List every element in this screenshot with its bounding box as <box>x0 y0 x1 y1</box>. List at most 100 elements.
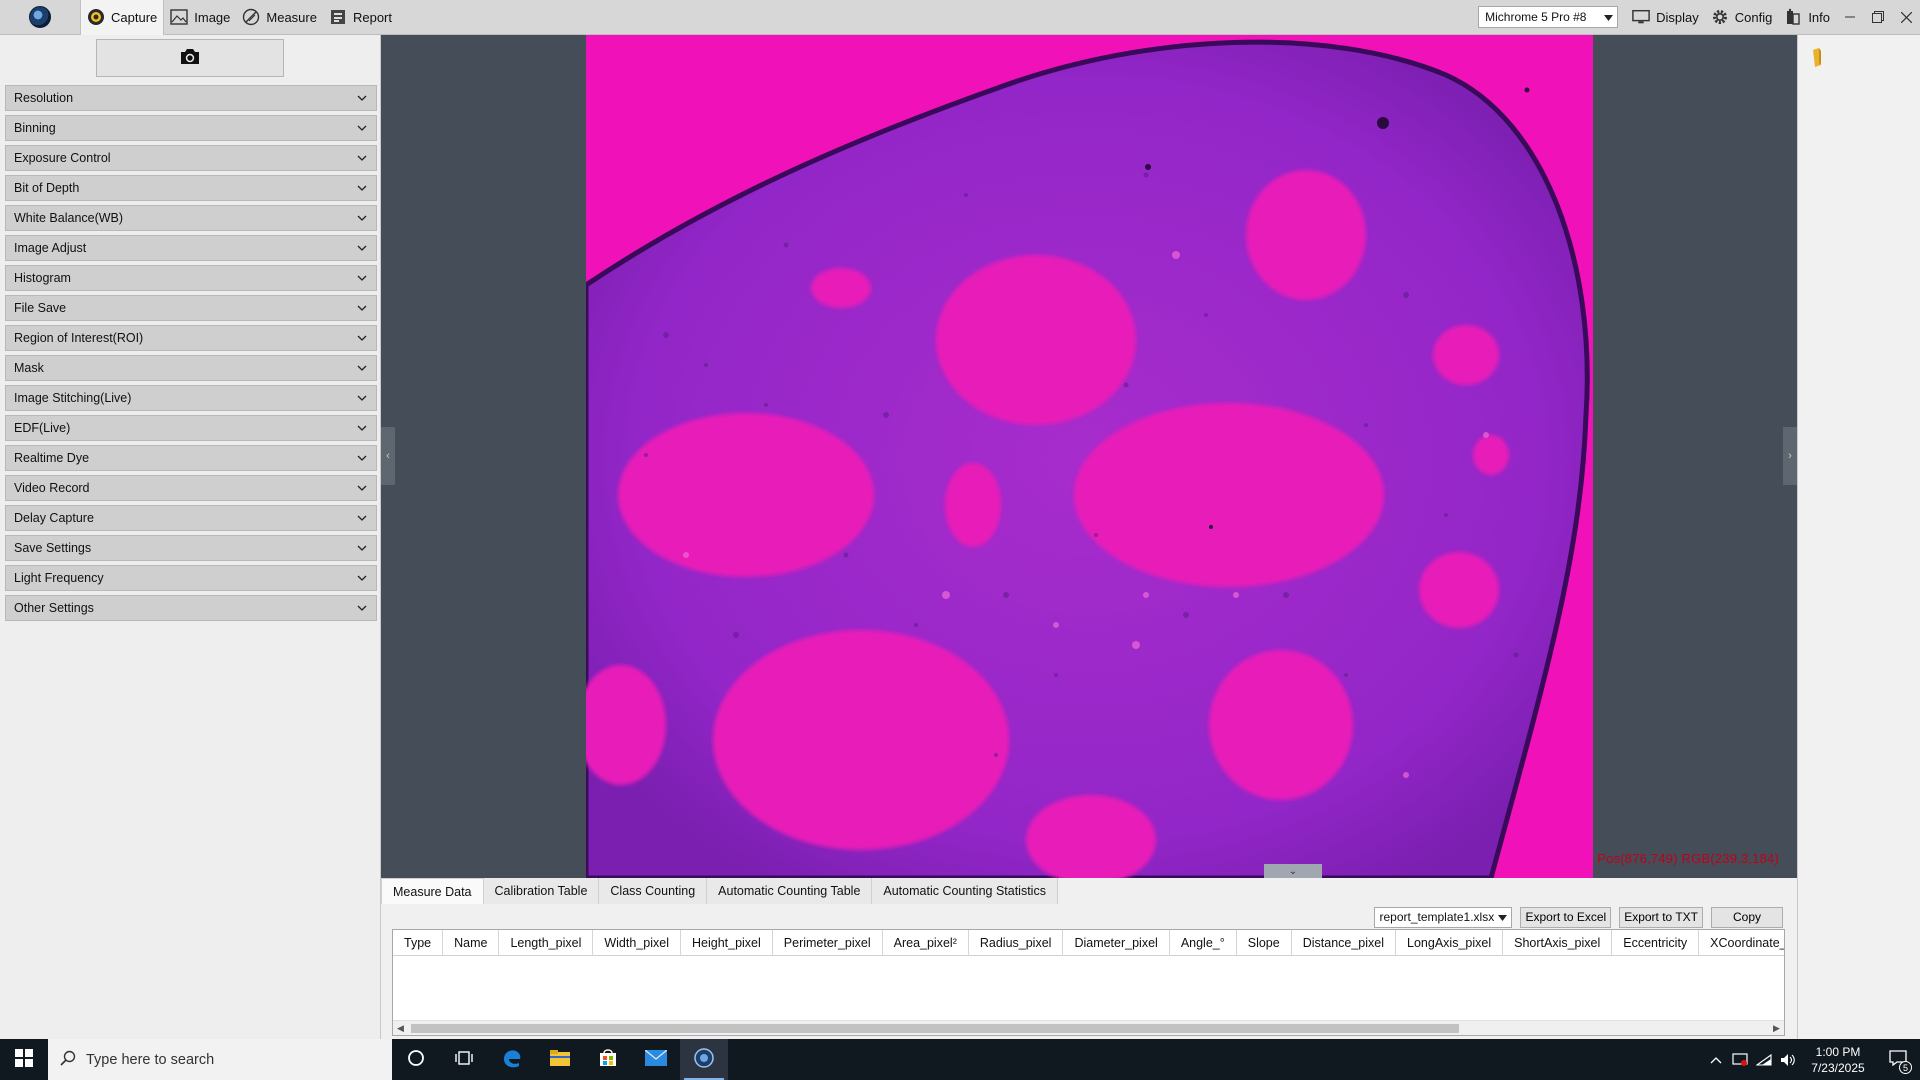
tab-measure[interactable]: Measure <box>236 0 323 35</box>
section-bit-of-depth[interactable]: Bit of Depth <box>5 175 377 201</box>
section-file-save[interactable]: File Save <box>5 295 377 321</box>
snap-button[interactable] <box>96 39 284 77</box>
section-resolution[interactable]: Resolution <box>5 85 377 111</box>
taskbar-edge[interactable] <box>488 1039 536 1080</box>
section-other-settings[interactable]: Other Settings <box>5 595 377 621</box>
column-header[interactable]: Width_pixel <box>593 930 681 956</box>
collapse-right-button[interactable]: › <box>1783 427 1797 485</box>
template-select[interactable]: report_template1.xlsx <box>1374 906 1513 928</box>
horizontal-scrollbar[interactable]: ◀ ▶ <box>393 1020 1784 1035</box>
chevron-left-icon: ‹ <box>386 450 390 462</box>
taskbar-file-explorer[interactable] <box>536 1039 584 1080</box>
tab-calibration-table[interactable]: Calibration Table <box>483 878 600 904</box>
section-histogram[interactable]: Histogram <box>5 265 377 291</box>
chevron-down-icon <box>356 392 368 404</box>
chevron-down-icon <box>356 152 368 164</box>
section-label: Mask <box>14 361 44 375</box>
display-label: Display <box>1656 9 1699 25</box>
column-header[interactable]: Area_pixel² <box>883 930 969 956</box>
column-header[interactable]: Distance_pixel <box>1292 930 1397 956</box>
config-button[interactable]: Config <box>1705 0 1779 35</box>
column-header[interactable]: Angle_° <box>1170 930 1237 956</box>
search-placeholder: Type here to search <box>86 1051 215 1068</box>
volume-icon[interactable] <box>1776 1039 1800 1080</box>
section-exposure-control[interactable]: Exposure Control <box>5 145 377 171</box>
taskbar-search[interactable]: Type here to search <box>48 1039 392 1080</box>
column-header[interactable]: Perimeter_pixel <box>773 930 883 956</box>
minimize-icon[interactable] <box>1836 0 1864 35</box>
taskbar-store[interactable] <box>584 1039 632 1080</box>
column-header[interactable]: ShortAxis_pixel <box>1503 930 1613 956</box>
section-realtime-dye[interactable]: Realtime Dye <box>5 445 377 471</box>
section-white-balance-wb[interactable]: White Balance(WB) <box>5 205 377 231</box>
column-header[interactable]: Type <box>393 930 444 956</box>
column-header[interactable]: Slope <box>1237 930 1292 956</box>
column-header[interactable]: Length_pixel <box>499 930 594 956</box>
copy-button[interactable]: Copy <box>1711 906 1783 928</box>
section-region-of-interest-roi[interactable]: Region of Interest(ROI) <box>5 325 377 351</box>
export-excel-button[interactable]: Export to Excel <box>1520 906 1612 928</box>
taskbar-clock[interactable]: 1:00 PM 7/23/2025 <box>1800 1044 1876 1076</box>
microscope-app-icon <box>693 1047 715 1072</box>
close-icon[interactable] <box>1892 0 1920 35</box>
column-header[interactable]: Eccentricity <box>1612 930 1700 956</box>
section-label: Delay Capture <box>14 511 94 525</box>
info-button[interactable]: Info <box>1778 0 1836 35</box>
start-button[interactable] <box>0 1039 48 1080</box>
chevron-down-icon <box>356 182 368 194</box>
column-header[interactable]: Name <box>443 930 500 956</box>
tab-class-counting[interactable]: Class Counting <box>599 878 708 904</box>
collapse-bottom-button[interactable]: ⌄ <box>1264 864 1322 878</box>
taskbar-mail[interactable] <box>632 1039 680 1080</box>
clock-time: 1:00 PM <box>1815 1044 1861 1059</box>
tab-measure-data[interactable]: Measure Data <box>381 878 484 904</box>
scroll-left-icon[interactable]: ◀ <box>393 1021 408 1035</box>
chevron-down-icon <box>356 212 368 224</box>
image-viewer: ‹ ⌄ Pos(876,749) RGB(239,3,184) › <box>381 35 1797 878</box>
scrollbar-thumb[interactable] <box>411 1024 1459 1033</box>
task-view-button[interactable] <box>440 1039 488 1080</box>
notification-center-button[interactable]: 5 <box>1876 1039 1920 1080</box>
section-label: EDF(Live) <box>14 421 71 435</box>
camera-icon <box>179 47 201 69</box>
tab-automatic-counting-statistics[interactable]: Automatic Counting Statistics <box>872 878 1058 904</box>
chevron-down-icon <box>356 572 368 584</box>
dropdown-arrow-icon <box>1604 10 1614 24</box>
section-binning[interactable]: Binning <box>5 115 377 141</box>
section-video-record[interactable]: Video Record <box>5 475 377 501</box>
column-header[interactable]: XCoordinate_pixel <box>1699 930 1784 956</box>
measure-data-table[interactable]: Type Name Length_pixel Width_pixel Height_pi… <box>392 929 1785 1036</box>
chevron-up-icon[interactable] <box>1704 1039 1728 1080</box>
section-image-adjust[interactable]: Image Adjust <box>5 235 377 261</box>
wifi-icon[interactable] <box>1752 1039 1776 1080</box>
live-image[interactable]: ⌄ <box>586 35 1593 878</box>
section-label: File Save <box>14 301 67 315</box>
camera-select[interactable]: Michrome 5 Pro #8 <box>1478 6 1619 28</box>
chevron-right-icon: › <box>1788 450 1792 462</box>
section-image-stitching-live[interactable]: Image Stitching(Live) <box>5 385 377 411</box>
scroll-right-icon[interactable]: ▶ <box>1769 1021 1784 1035</box>
folder-icon[interactable] <box>1810 46 1832 68</box>
task-view-icon <box>455 1049 473 1070</box>
display-button[interactable]: Display <box>1626 0 1705 35</box>
restore-icon[interactable] <box>1864 0 1892 35</box>
section-save-settings[interactable]: Save Settings <box>5 535 377 561</box>
section-mask[interactable]: Mask <box>5 355 377 381</box>
section-delay-capture[interactable]: Delay Capture <box>5 505 377 531</box>
cortana-button[interactable] <box>392 1039 440 1080</box>
section-light-frequency[interactable]: Light Frequency <box>5 565 377 591</box>
column-header[interactable]: Radius_pixel <box>969 930 1064 956</box>
column-header[interactable]: LongAxis_pixel <box>1396 930 1504 956</box>
taskbar-microscope-app[interactable] <box>680 1039 728 1080</box>
collapse-left-button[interactable]: ‹ <box>381 427 395 485</box>
tab-image[interactable]: Image <box>164 0 236 35</box>
tab-report[interactable]: Report <box>323 0 398 35</box>
tab-automatic-counting-table[interactable]: Automatic Counting Table <box>707 878 873 904</box>
column-header[interactable]: Diameter_pixel <box>1063 930 1170 956</box>
edge-icon <box>501 1047 523 1072</box>
tab-capture[interactable]: Capture <box>80 0 165 35</box>
section-edf-live[interactable]: EDF(Live) <box>5 415 377 441</box>
defender-icon[interactable] <box>1728 1039 1752 1080</box>
column-header[interactable]: Height_pixel <box>681 930 773 956</box>
export-txt-button[interactable]: Export to TXT <box>1619 906 1703 928</box>
